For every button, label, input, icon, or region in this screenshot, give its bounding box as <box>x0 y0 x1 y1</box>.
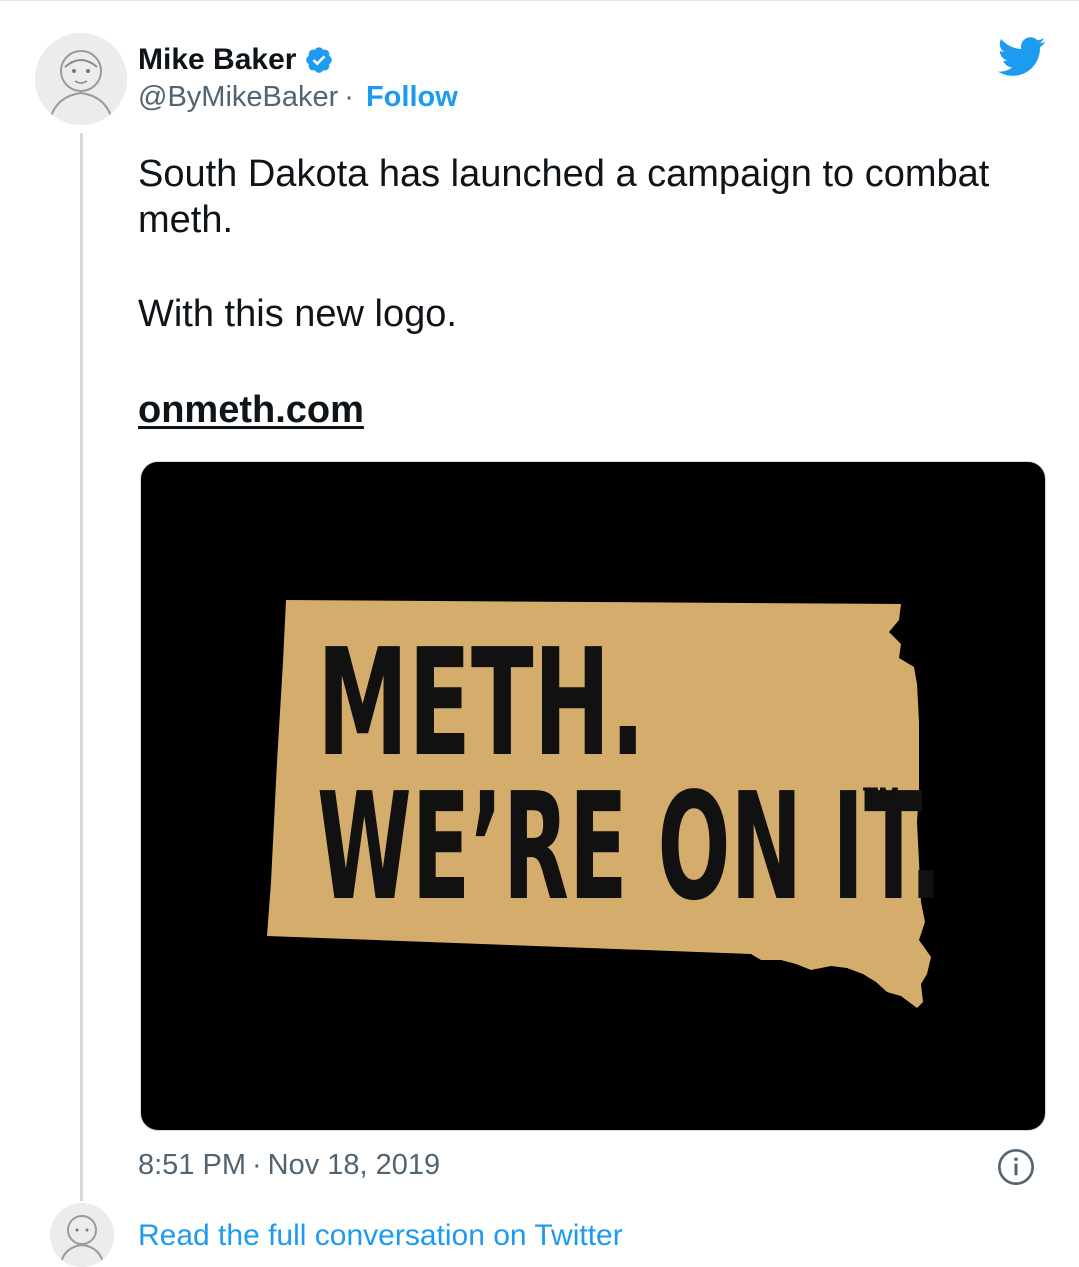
tweet-line-1: South Dakota has launched a campaign to … <box>138 153 990 241</box>
tweet-date: Nov 18, 2019 <box>267 1149 441 1181</box>
embedded-tweet-card: Mike Baker @ByMikeBaker · Follow South D… <box>0 0 1079 1267</box>
twitter-bird-icon[interactable] <box>998 37 1046 77</box>
author-handle[interactable]: @ByMikeBaker <box>138 81 338 114</box>
logo-line-2: WE’RE ON IT. <box>317 761 942 933</box>
thread-line <box>80 133 83 1201</box>
handle-row: @ByMikeBaker · Follow <box>138 81 458 114</box>
tweet-media-image[interactable]: METH. WE’RE ON IT. TM <box>140 461 1046 1131</box>
tweet-text: South Dakota has launched a campaign to … <box>138 151 1038 337</box>
author-name-row: Mike Baker <box>138 41 334 79</box>
separator: · <box>252 1149 262 1181</box>
tweet-link[interactable]: onmeth.com <box>138 389 364 432</box>
tweet-line-2: With this new logo. <box>138 293 457 335</box>
verified-badge-icon <box>306 47 333 73</box>
separator: · <box>344 81 354 113</box>
follow-button[interactable]: Follow <box>366 81 458 114</box>
avatar[interactable] <box>35 33 127 125</box>
avatar-small[interactable] <box>50 1203 114 1267</box>
meth-campaign-logo: METH. WE’RE ON IT. TM <box>267 600 942 1008</box>
read-full-conversation-link[interactable]: Read the full conversation on Twitter <box>138 1219 623 1253</box>
author-name[interactable]: Mike Baker <box>138 43 296 77</box>
tweet-time: 8:51 PM <box>138 1149 246 1181</box>
trademark-symbol: TM <box>863 785 900 810</box>
tweet-timestamp[interactable]: 8:51 PM · Nov 18, 2019 <box>138 1149 440 1182</box>
info-icon[interactable] <box>996 1147 1036 1187</box>
